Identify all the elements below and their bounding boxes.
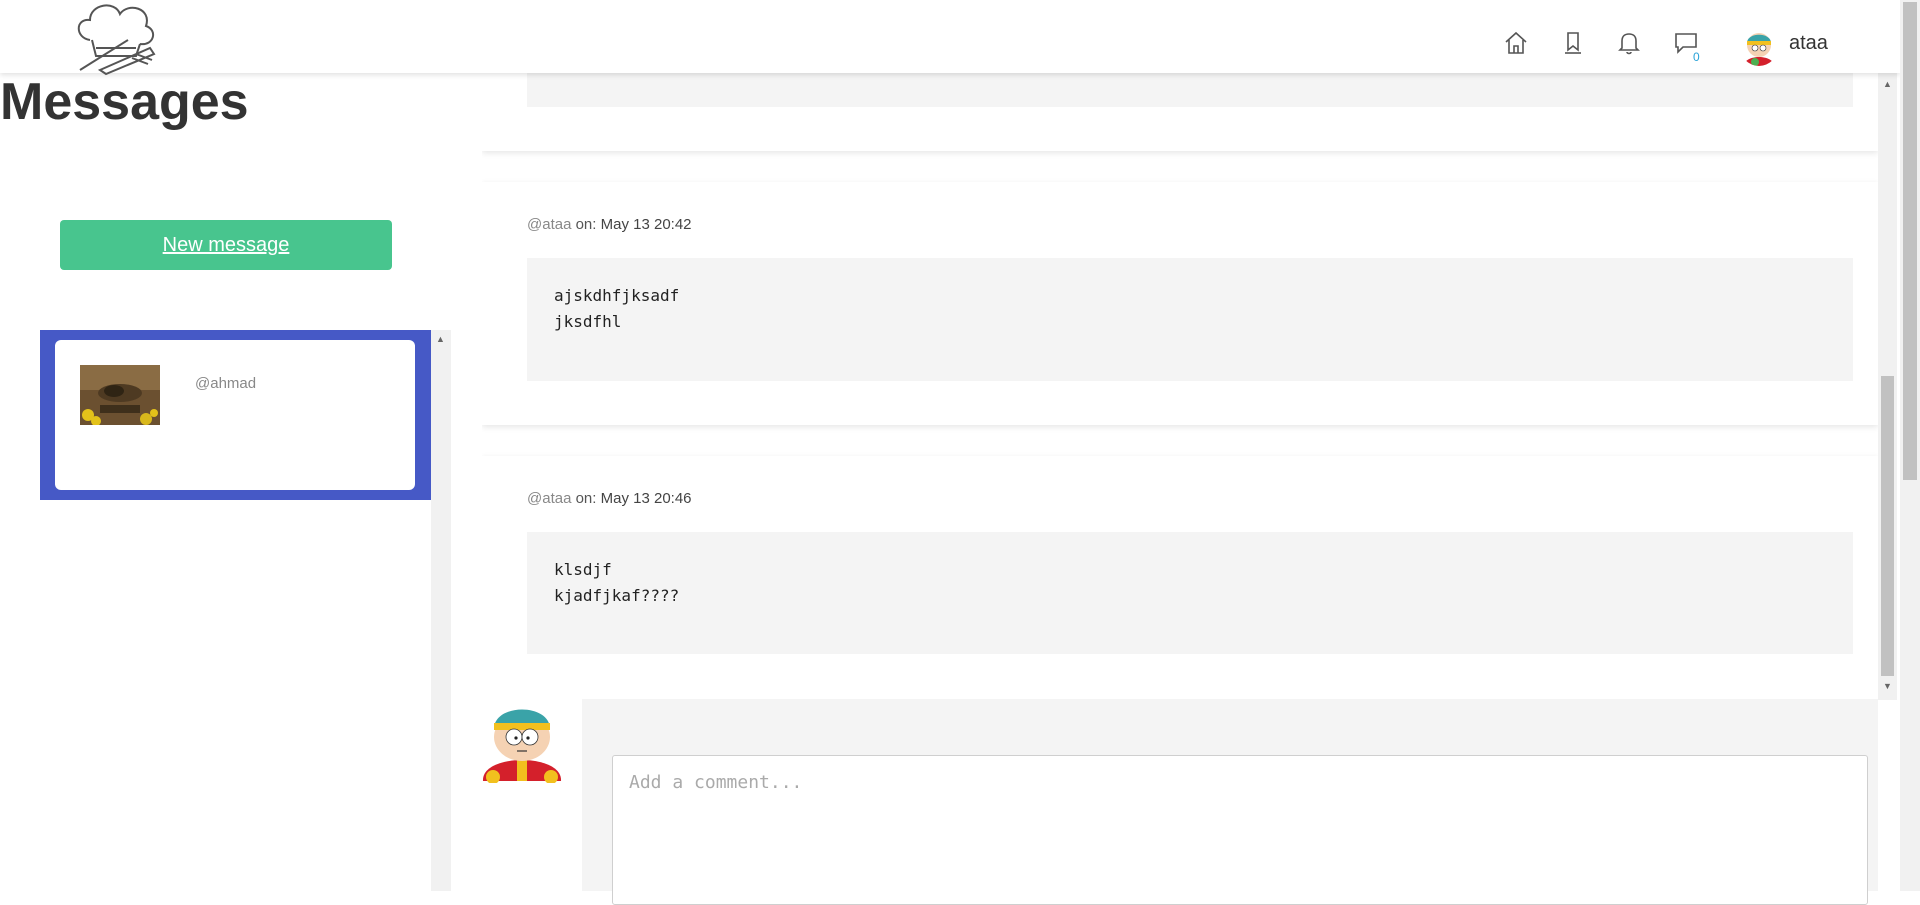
message-card <box>482 73 1878 151</box>
commenter-avatar <box>482 709 562 783</box>
comment-input[interactable] <box>612 755 1868 905</box>
message-on-label: on: <box>575 216 597 233</box>
bookmark-icon[interactable] <box>1560 30 1586 56</box>
message-author[interactable]: @ataa <box>527 216 571 233</box>
message-body: ajskdhfjksadf jksdfhl <box>527 258 1853 381</box>
message-card: @ataa on: May 13 20:42 ajskdhfjksadf jks… <box>482 182 1878 425</box>
new-message-button[interactable]: New message <box>60 220 392 270</box>
scroll-up-arrow-icon[interactable]: ▲ <box>1883 79 1892 89</box>
message-body: klsdjf kjadfjkaf???? <box>527 532 1853 654</box>
message-card: @ataa on: May 13 20:46 klsdjf kjadfjkaf?… <box>482 456 1878 700</box>
message-body-partial <box>527 73 1853 107</box>
message-on-label: on: <box>575 490 597 507</box>
message-thread-scrollbar-thumb[interactable] <box>1881 376 1894 676</box>
message-meta: @ataa on: May 13 20:46 <box>527 490 692 507</box>
bell-icon[interactable] <box>1616 30 1642 56</box>
chef-logo-icon[interactable] <box>70 0 160 76</box>
message-thread-scrollbar[interactable]: ▲ ▼ <box>1878 73 1897 700</box>
page-scrollbar[interactable] <box>1900 0 1920 891</box>
message-date: May 13 20:46 <box>600 490 692 507</box>
nav-username[interactable]: ataa <box>1789 32 1828 55</box>
conversation-card[interactable]: @ahmad <box>55 340 415 490</box>
messages-count-badge: 0 <box>1693 50 1700 64</box>
page-title: Messages <box>0 73 249 131</box>
message-author[interactable]: @ataa <box>527 490 571 507</box>
message-meta: @ataa on: May 13 20:42 <box>527 216 692 233</box>
top-nav-bar: 0 ataa <box>0 0 1900 76</box>
user-avatar[interactable] <box>1740 28 1778 66</box>
conversation-list-scrollbar[interactable]: ▲ <box>431 330 451 891</box>
message-thread: @ataa on: May 13 20:42 ajskdhfjksadf jks… <box>482 73 1878 700</box>
conversation-list: @ahmad ▲ <box>40 330 451 891</box>
message-date: May 13 20:42 <box>600 216 692 233</box>
scroll-up-arrow-icon[interactable]: ▲ <box>436 334 445 344</box>
home-icon[interactable] <box>1503 30 1529 56</box>
scroll-down-arrow-icon[interactable]: ▼ <box>1883 681 1892 691</box>
page-scrollbar-thumb[interactable] <box>1903 2 1917 480</box>
conversation-thumbnail <box>80 365 160 425</box>
conversation-item-selected[interactable]: @ahmad <box>40 330 431 500</box>
comment-composer <box>582 699 1878 905</box>
conversation-username: @ahmad <box>195 375 257 392</box>
